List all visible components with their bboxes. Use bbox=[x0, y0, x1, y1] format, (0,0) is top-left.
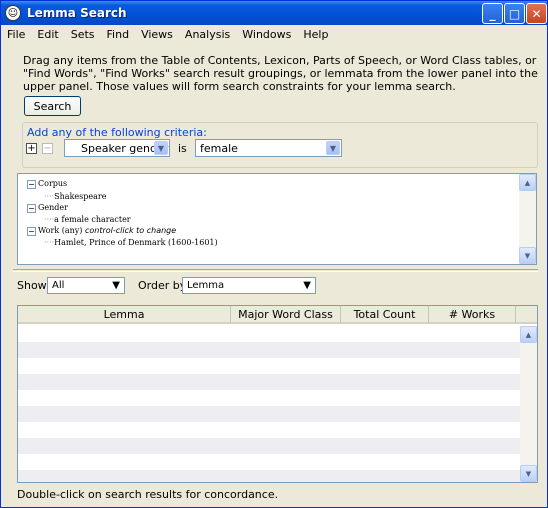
order-select[interactable]: Lemma ▼ bbox=[182, 277, 316, 294]
lemma-search-window: ☺ Lemma Search _ □ ✕ File Edit Sets Find… bbox=[0, 0, 548, 508]
tree-label: Gender bbox=[38, 203, 68, 212]
tree-value: Shakespeare bbox=[54, 192, 107, 201]
tree-leaf-work[interactable]: ····Hamlet, Prince of Denmark (1600-1601… bbox=[44, 238, 218, 247]
criteria-panel: Add any of the following criteria: + − S… bbox=[22, 122, 538, 168]
collapse-icon[interactable]: − bbox=[27, 203, 36, 213]
tree-node-corpus[interactable]: − Corpus bbox=[27, 179, 67, 189]
chevron-down-icon[interactable]: ▼ bbox=[154, 141, 168, 155]
criteria-value-text: female bbox=[200, 141, 238, 155]
remove-criterion-icon[interactable]: − bbox=[42, 143, 53, 154]
criteria-legend: Add any of the following criteria: bbox=[26, 126, 208, 139]
table-row bbox=[18, 454, 520, 470]
table-row bbox=[18, 438, 520, 454]
show-select[interactable]: All ▼ bbox=[47, 277, 125, 294]
menu-windows[interactable]: Windows bbox=[236, 28, 297, 41]
tree-hint: control-click to change bbox=[84, 226, 177, 235]
table-row bbox=[18, 358, 520, 374]
table-row bbox=[18, 406, 520, 422]
table-row bbox=[18, 470, 520, 482]
menu-bar: File Edit Sets Find Views Analysis Windo… bbox=[1, 25, 547, 43]
tree-node-gender[interactable]: − Gender bbox=[27, 203, 68, 213]
chevron-down-icon[interactable]: ▼ bbox=[326, 141, 340, 155]
table-row bbox=[18, 374, 520, 390]
menu-edit[interactable]: Edit bbox=[31, 28, 64, 41]
collapse-icon[interactable]: − bbox=[27, 226, 36, 236]
search-button[interactable]: Search bbox=[24, 96, 81, 116]
menu-analysis[interactable]: Analysis bbox=[179, 28, 236, 41]
constraints-tree-panel: − Corpus ····Shakespeare − Gender ····a fe… bbox=[17, 173, 537, 265]
menu-find[interactable]: Find bbox=[101, 28, 136, 41]
tree-label: Work (any) bbox=[38, 226, 83, 235]
instructions-text: Drag any items from the Table of Content… bbox=[23, 54, 538, 93]
menu-sets[interactable]: Sets bbox=[65, 28, 101, 41]
maximize-button[interactable]: □ bbox=[504, 3, 525, 24]
tree-value: Hamlet, Prince of Denmark (1600-1601) bbox=[54, 238, 218, 247]
table-header: Lemma Major Word Class Total Count # Wor… bbox=[18, 306, 537, 324]
tree-leaf-corpus[interactable]: ····Shakespeare bbox=[44, 192, 106, 201]
menu-file[interactable]: File bbox=[1, 28, 31, 41]
table-row bbox=[18, 342, 520, 358]
results-table: Lemma Major Word Class Total Count # Wor… bbox=[17, 305, 538, 483]
scroll-up-icon[interactable]: ▲ bbox=[520, 326, 537, 343]
tree-node-work[interactable]: − Work (any) control-click to change bbox=[27, 226, 176, 236]
table-row bbox=[18, 390, 520, 406]
order-value: Lemma bbox=[187, 280, 225, 291]
tree-scrollbar[interactable]: ▲ ▼ bbox=[519, 174, 536, 264]
menu-help[interactable]: Help bbox=[297, 28, 334, 41]
tree-value: a female character bbox=[54, 215, 131, 224]
minimize-button[interactable]: _ bbox=[482, 3, 503, 24]
column-header-works[interactable]: # Works bbox=[429, 306, 516, 323]
criteria-field-select[interactable]: Speaker gender ▼ bbox=[64, 139, 170, 157]
menu-views[interactable]: Views bbox=[135, 28, 179, 41]
column-header-lemma[interactable]: Lemma bbox=[18, 306, 231, 323]
criteria-operator: is bbox=[178, 142, 187, 155]
scroll-down-icon[interactable]: ▼ bbox=[520, 465, 537, 482]
chevron-down-icon[interactable]: ▼ bbox=[303, 280, 311, 291]
show-value: All bbox=[52, 280, 65, 291]
tree-leaf-gender[interactable]: ····a female character bbox=[44, 215, 131, 224]
title-bar[interactable]: ☺ Lemma Search _ □ ✕ bbox=[1, 1, 547, 25]
add-criterion-icon[interactable]: + bbox=[26, 143, 37, 154]
chevron-down-icon[interactable]: ▼ bbox=[112, 280, 120, 291]
app-icon: ☺ bbox=[5, 5, 21, 21]
collapse-icon[interactable]: − bbox=[27, 179, 36, 189]
close-button[interactable]: ✕ bbox=[526, 3, 547, 24]
criteria-value-select[interactable]: female ▼ bbox=[195, 139, 342, 157]
status-text: Double-click on search results for conco… bbox=[17, 488, 279, 501]
scroll-down-icon[interactable]: ▼ bbox=[519, 247, 536, 264]
column-header-total-count[interactable]: Total Count bbox=[341, 306, 429, 323]
table-row bbox=[18, 422, 520, 438]
table-scrollbar[interactable]: ▲ ▼ bbox=[520, 326, 537, 482]
panel-divider[interactable] bbox=[13, 269, 538, 272]
window-title: Lemma Search bbox=[27, 6, 127, 20]
table-row bbox=[18, 326, 520, 342]
column-header-word-class[interactable]: Major Word Class bbox=[231, 306, 341, 323]
scroll-up-icon[interactable]: ▲ bbox=[519, 174, 536, 191]
show-label: Show: bbox=[17, 279, 50, 292]
tree-label: Corpus bbox=[38, 179, 68, 188]
